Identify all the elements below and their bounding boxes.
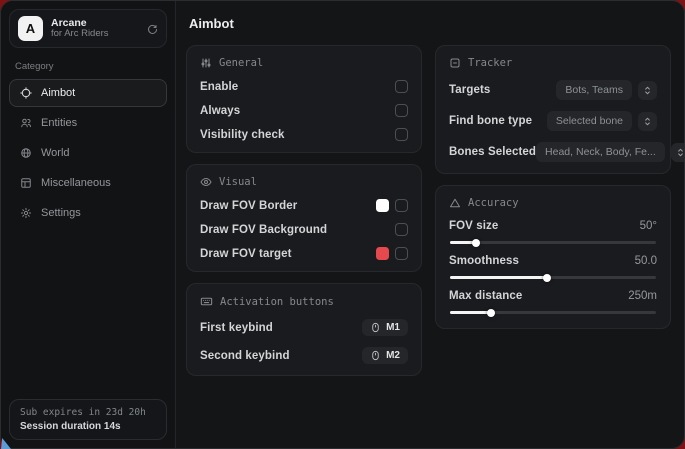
setting-row-fov-background: Draw FOV Background	[200, 223, 408, 236]
panel-title: General	[219, 57, 263, 69]
sidebar-item-label: Miscellaneous	[41, 177, 111, 189]
setting-row-smoothness: Smoothness 50.0	[449, 255, 657, 279]
sidebar-spacer	[9, 227, 167, 399]
sidebar-item-world[interactable]: World	[9, 139, 167, 167]
smoothness-value: 50.0	[635, 255, 657, 267]
sub-expiry-text: Sub expires in 23d 20h	[20, 407, 156, 418]
sidebar-item-label: World	[41, 147, 70, 159]
frame-minus-icon	[449, 57, 461, 69]
eye-icon	[200, 176, 212, 188]
fov-border-checkbox[interactable]	[395, 199, 408, 212]
setting-row-fov-target: Draw FOV target	[200, 247, 408, 260]
left-column: General Enable Always Visibility check	[186, 45, 422, 376]
gear-icon	[20, 207, 32, 219]
app-window: A Arcane for Arc Riders Category	[0, 0, 685, 449]
brand-logo: A	[18, 16, 43, 41]
max-distance-slider[interactable]	[450, 311, 656, 314]
sidebar-item-aimbot[interactable]: Aimbot	[9, 79, 167, 107]
bones-selected-dropdown[interactable]: Head, Neck, Body, Fe...	[536, 142, 665, 162]
setting-row-fov-size: FOV size 50°	[449, 220, 657, 244]
keybind-button-m1[interactable]: M1	[362, 319, 408, 336]
setting-row-find-bone-type: Find bone type Selected bone	[449, 111, 657, 131]
max-distance-value: 250m	[628, 290, 657, 302]
grid-icon	[20, 177, 32, 189]
sidebar-item-miscellaneous[interactable]: Miscellaneous	[9, 169, 167, 197]
setting-row-visibility-check: Visibility check	[200, 128, 408, 141]
keyboard-icon	[200, 295, 213, 308]
slider-thumb[interactable]	[543, 274, 551, 282]
targets-expand-button[interactable]	[638, 81, 657, 100]
fov-size-value: 50°	[640, 220, 657, 232]
mouse-icon	[370, 350, 381, 361]
session-duration-text: Session duration 14s	[20, 421, 156, 432]
fov-target-checkbox[interactable]	[395, 247, 408, 260]
setting-row-max-distance: Max distance 250m	[449, 290, 657, 314]
smoothness-slider[interactable]	[450, 276, 656, 279]
brand-subtitle: for Arc Riders	[51, 29, 138, 40]
fov-size-slider[interactable]	[450, 241, 656, 244]
setting-row-first-keybind: First keybind M1	[200, 319, 408, 336]
brand-initial: A	[26, 21, 35, 36]
setting-row-always: Always	[200, 104, 408, 117]
fov-background-checkbox[interactable]	[395, 223, 408, 236]
crosshair-icon	[20, 87, 32, 99]
users-icon	[20, 117, 32, 129]
targets-dropdown[interactable]: Bots, Teams	[556, 80, 632, 100]
panel-title: Activation buttons	[220, 296, 334, 308]
triangle-icon	[449, 197, 461, 209]
chevrons-up-down-icon	[642, 116, 653, 127]
setting-row-targets: Targets Bots, Teams	[449, 80, 657, 100]
chevrons-up-down-icon	[642, 85, 653, 96]
sidebar-item-entities[interactable]: Entities	[9, 109, 167, 137]
panel-title: Visual	[219, 176, 257, 188]
setting-row-bones-selected: Bones Selected Head, Neck, Body, Fe...	[449, 142, 657, 162]
slider-thumb[interactable]	[472, 239, 480, 247]
slider-thumb[interactable]	[487, 309, 495, 317]
panel-title: Tracker	[468, 57, 512, 69]
panel-title: Accuracy	[468, 197, 519, 209]
sidebar-item-label: Aimbot	[41, 87, 75, 99]
page-title: Aimbot	[189, 16, 671, 31]
mouse-icon	[370, 322, 381, 333]
sidebar-item-label: Settings	[41, 207, 81, 219]
main-content: Aimbot General	[176, 1, 684, 448]
setting-row-fov-border: Draw FOV Border	[200, 199, 408, 212]
subscription-box: Sub expires in 23d 20h Session duration …	[9, 399, 167, 440]
color-swatch-red[interactable]	[376, 247, 389, 260]
sidebar-nav: Aimbot Entities	[9, 79, 167, 227]
sidebar: A Arcane for Arc Riders Category	[1, 1, 176, 448]
category-label: Category	[15, 61, 161, 72]
keybind-button-m2[interactable]: M2	[362, 347, 408, 364]
right-column: Tracker Targets Bots, Teams	[435, 45, 671, 329]
brand-text: Arcane for Arc Riders	[51, 17, 138, 40]
color-swatch-white[interactable]	[376, 199, 389, 212]
always-checkbox[interactable]	[395, 104, 408, 117]
chevrons-up-down-icon	[675, 147, 684, 158]
panel-general: General Enable Always Visibility check	[186, 45, 422, 153]
setting-row-second-keybind: Second keybind M2	[200, 347, 408, 364]
refresh-icon[interactable]	[146, 23, 158, 35]
panel-tracker: Tracker Targets Bots, Teams	[435, 45, 671, 174]
desktop-backdrop: A Arcane for Arc Riders Category	[0, 0, 685, 449]
sidebar-item-label: Entities	[41, 117, 77, 129]
panel-visual: Visual Draw FOV Border Draw FOV Backgrou…	[186, 164, 422, 272]
bones-selected-expand-button[interactable]	[671, 143, 684, 162]
enable-checkbox[interactable]	[395, 80, 408, 93]
panel-accuracy: Accuracy FOV size 50°	[435, 185, 671, 329]
bone-type-dropdown[interactable]: Selected bone	[547, 111, 632, 131]
panel-activation-buttons: Activation buttons First keybind M1	[186, 283, 422, 376]
globe-icon	[20, 147, 32, 159]
bone-type-expand-button[interactable]	[638, 112, 657, 131]
visibility-check-checkbox[interactable]	[395, 128, 408, 141]
sidebar-item-settings[interactable]: Settings	[9, 199, 167, 227]
brand-card: A Arcane for Arc Riders	[9, 9, 167, 48]
setting-row-enable: Enable	[200, 80, 408, 93]
sliders-icon	[200, 57, 212, 69]
